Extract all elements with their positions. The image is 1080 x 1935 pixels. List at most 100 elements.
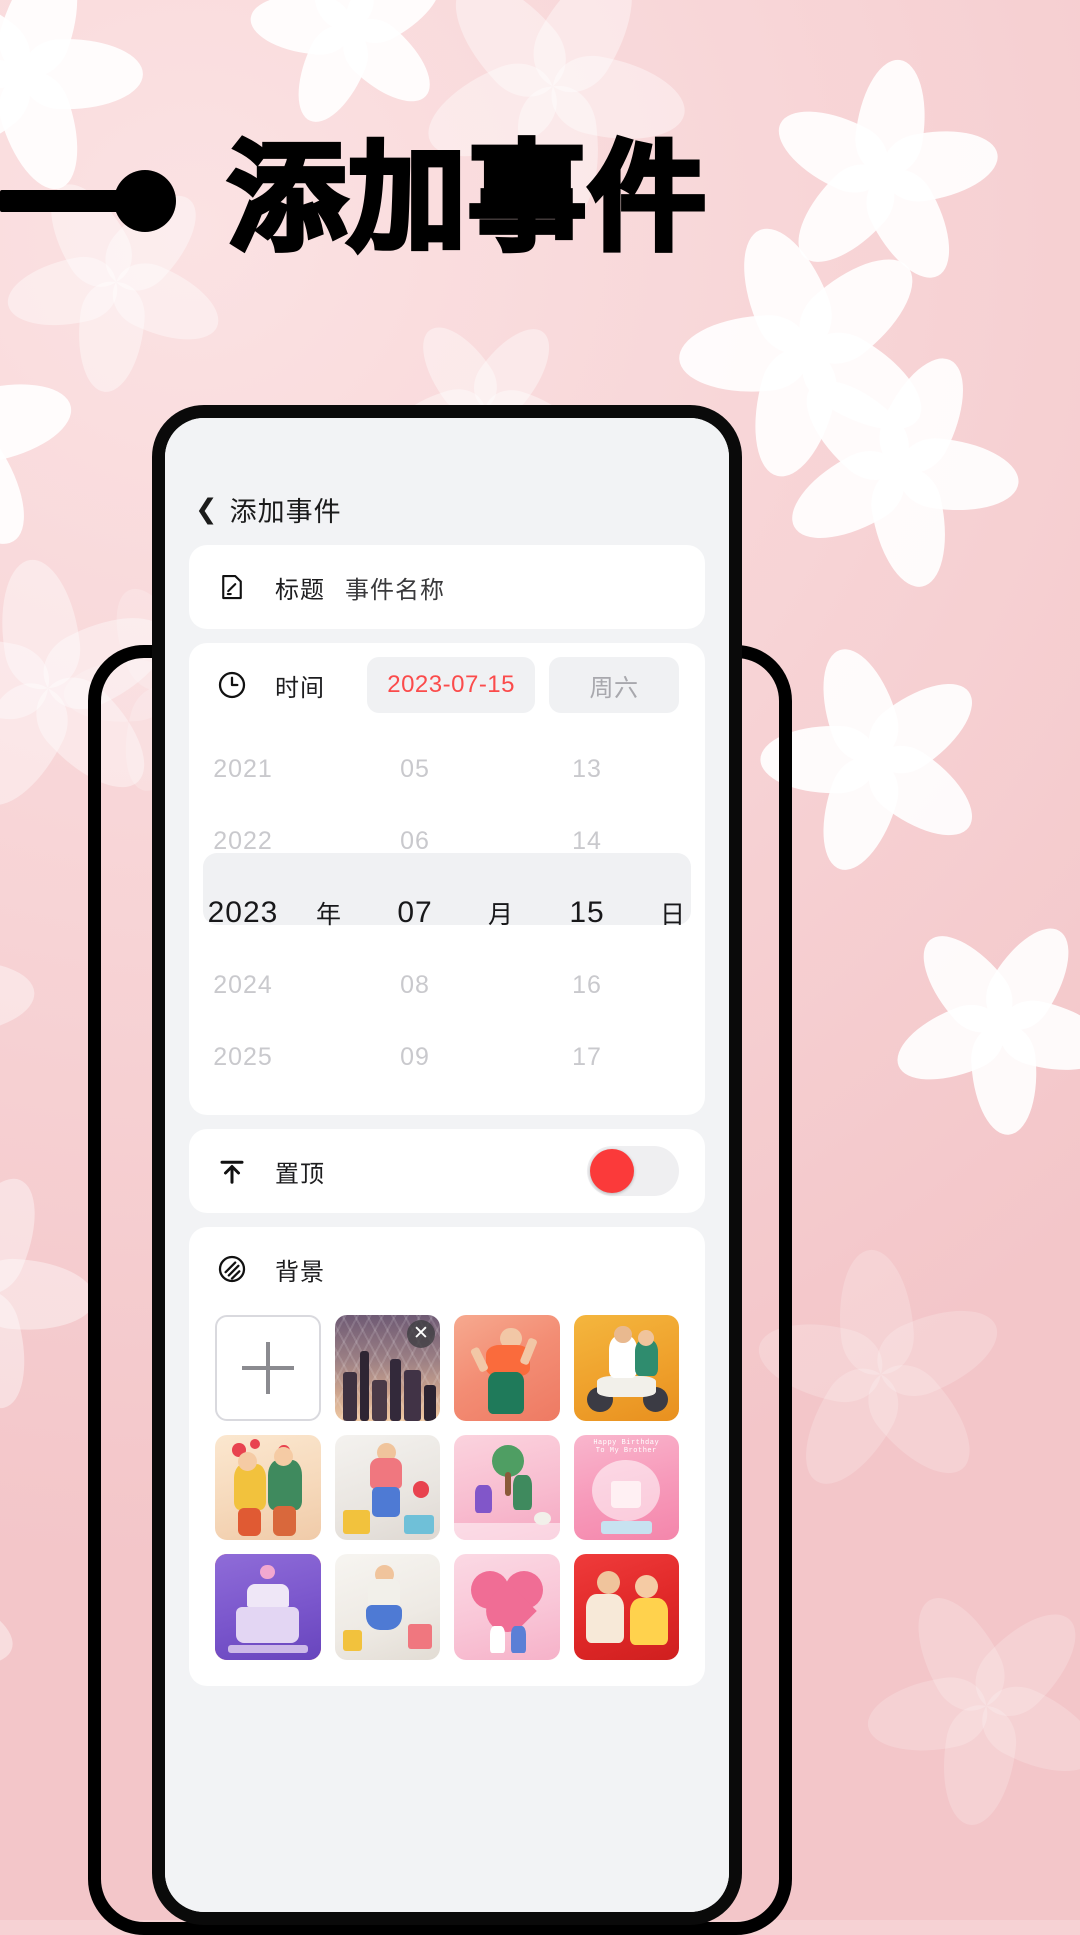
date-picker-wheel[interactable]: 2021 05 13 2022 06 14 2023 年 07 月 15 日 2…: [189, 727, 705, 1115]
picker-row-selected[interactable]: 2023 年 07 月 15 日: [189, 877, 705, 949]
time-row: 时间 2023-07-15 周六: [189, 643, 705, 727]
year-option-selected[interactable]: 2023: [189, 896, 297, 930]
pin-card: 置顶: [189, 1129, 705, 1213]
day-unit: 日: [659, 901, 686, 929]
thumb-shopping-girl[interactable]: [334, 1554, 440, 1660]
thumb-dancing-person[interactable]: [454, 1315, 560, 1421]
day-option[interactable]: 13: [533, 755, 641, 784]
pin-line-icon: [0, 190, 120, 212]
time-card: 时间 2023-07-15 周六 2021 05 13 2022 06 14 2…: [189, 643, 705, 1115]
plus-icon: [241, 1341, 294, 1394]
day-option[interactable]: 14: [533, 827, 641, 856]
remove-thumbnail-button[interactable]: ✕: [407, 1320, 435, 1348]
gift-box: [342, 1510, 371, 1534]
thumb-pink-heart-couple[interactable]: [454, 1554, 560, 1660]
picker-row[interactable]: 2021 05 13: [189, 733, 705, 805]
building: [342, 1371, 357, 1421]
add-background-button[interactable]: [215, 1315, 321, 1421]
pin-dot-icon: [114, 170, 176, 232]
year-unit: 年: [315, 901, 342, 929]
person-yellow: [233, 1464, 266, 1511]
building: [359, 1350, 370, 1421]
day-option-selected[interactable]: 15: [533, 896, 641, 930]
legs: [487, 1371, 524, 1415]
gift-box: [404, 1514, 434, 1534]
background-thumbnail-grid: ✕ Happy Birthday To My Brother: [215, 1315, 679, 1660]
weekday-chip[interactable]: 周六: [549, 657, 679, 713]
cake-plate: [227, 1644, 308, 1654]
pin-row[interactable]: 置顶: [189, 1129, 705, 1213]
picker-row[interactable]: 2022 06 14: [189, 805, 705, 877]
head: [637, 1329, 654, 1346]
day-option[interactable]: 16: [533, 971, 641, 1000]
person-green: [267, 1459, 302, 1511]
child: [475, 1485, 492, 1513]
shopping-bag: [408, 1623, 432, 1649]
scooter-body: [596, 1376, 656, 1398]
month-option[interactable]: 08: [361, 971, 469, 1000]
thumb-purple-cake[interactable]: [215, 1554, 321, 1660]
torso: [368, 1579, 400, 1607]
background-card-body: ✕ Happy Birthday To My Brother: [189, 1311, 705, 1686]
time-row-label: 时间: [275, 674, 325, 702]
month-unit: 月: [487, 901, 514, 929]
person: [510, 1625, 526, 1654]
legs: [372, 1487, 400, 1517]
thumb-woman-gifts[interactable]: [334, 1434, 440, 1540]
pin-toggle[interactable]: [587, 1146, 679, 1196]
month-option[interactable]: 09: [361, 1043, 469, 1072]
thumb-scooter-couple[interactable]: [573, 1315, 679, 1421]
background-row-header: 背景: [189, 1227, 705, 1311]
document-edit-icon: [215, 570, 249, 604]
phone-frame: ❮ 添加事件 标题 事件名称 时间 2023-07-15 周六 2021 05 …: [152, 405, 742, 1925]
caption-text: Happy Birthday To My Brother: [593, 1438, 660, 1456]
month-option-selected[interactable]: 07: [361, 896, 469, 930]
legs: [238, 1508, 262, 1536]
event-name-input[interactable]: 事件名称: [345, 570, 445, 605]
building: [372, 1380, 388, 1421]
month-option[interactable]: 05: [361, 755, 469, 784]
year-option[interactable]: 2022: [189, 827, 297, 856]
year-option[interactable]: 2025: [189, 1043, 297, 1072]
head: [634, 1575, 658, 1599]
globe-base: [600, 1521, 652, 1534]
building: [404, 1369, 421, 1421]
legs: [273, 1506, 297, 1536]
image-pattern-icon: [215, 1252, 249, 1286]
background-card: 背景 ✕ Happy Birthday To My Brother: [189, 1227, 705, 1686]
chevron-left-icon[interactable]: ❮: [195, 496, 218, 523]
pin-row-label: 置顶: [275, 1160, 325, 1188]
year-option[interactable]: 2021: [189, 755, 297, 784]
thumb-family-park[interactable]: [454, 1434, 560, 1540]
skirt: [366, 1604, 402, 1630]
month-option[interactable]: 06: [361, 827, 469, 856]
thumb-snowglobe-cake[interactable]: Happy Birthday To My Brother: [573, 1434, 679, 1540]
background-row-label: 背景: [275, 1258, 325, 1286]
head: [613, 1325, 632, 1344]
day-option[interactable]: 17: [533, 1043, 641, 1072]
thumb-couple-hearts[interactable]: [215, 1434, 321, 1540]
building: [390, 1359, 401, 1421]
picker-row[interactable]: 2024 08 16: [189, 949, 705, 1021]
person: [489, 1625, 505, 1654]
pin-to-top-icon: [215, 1154, 249, 1188]
thumb-red-celebration[interactable]: [573, 1554, 679, 1660]
cake-tier-bottom: [236, 1606, 300, 1643]
head: [596, 1570, 620, 1595]
poster-headline: 添加事件: [0, 138, 709, 261]
ground: [454, 1523, 560, 1540]
passenger: [634, 1340, 658, 1377]
person-left: [586, 1594, 625, 1643]
picker-row[interactable]: 2025 09 17: [189, 1021, 705, 1093]
title-input-row[interactable]: 标题 事件名称: [189, 545, 705, 629]
year-option[interactable]: 2024: [189, 971, 297, 1000]
adult: [513, 1474, 533, 1511]
shopping-bag: [342, 1629, 362, 1652]
thumb-city-skyline[interactable]: ✕: [334, 1315, 440, 1421]
clock-icon: [215, 668, 249, 702]
title-card: 标题 事件名称: [189, 545, 705, 629]
selected-date-chip[interactable]: 2023-07-15: [367, 657, 535, 713]
pin-toggle-knob: [590, 1149, 634, 1193]
dog: [534, 1511, 552, 1526]
person-right: [630, 1598, 669, 1645]
